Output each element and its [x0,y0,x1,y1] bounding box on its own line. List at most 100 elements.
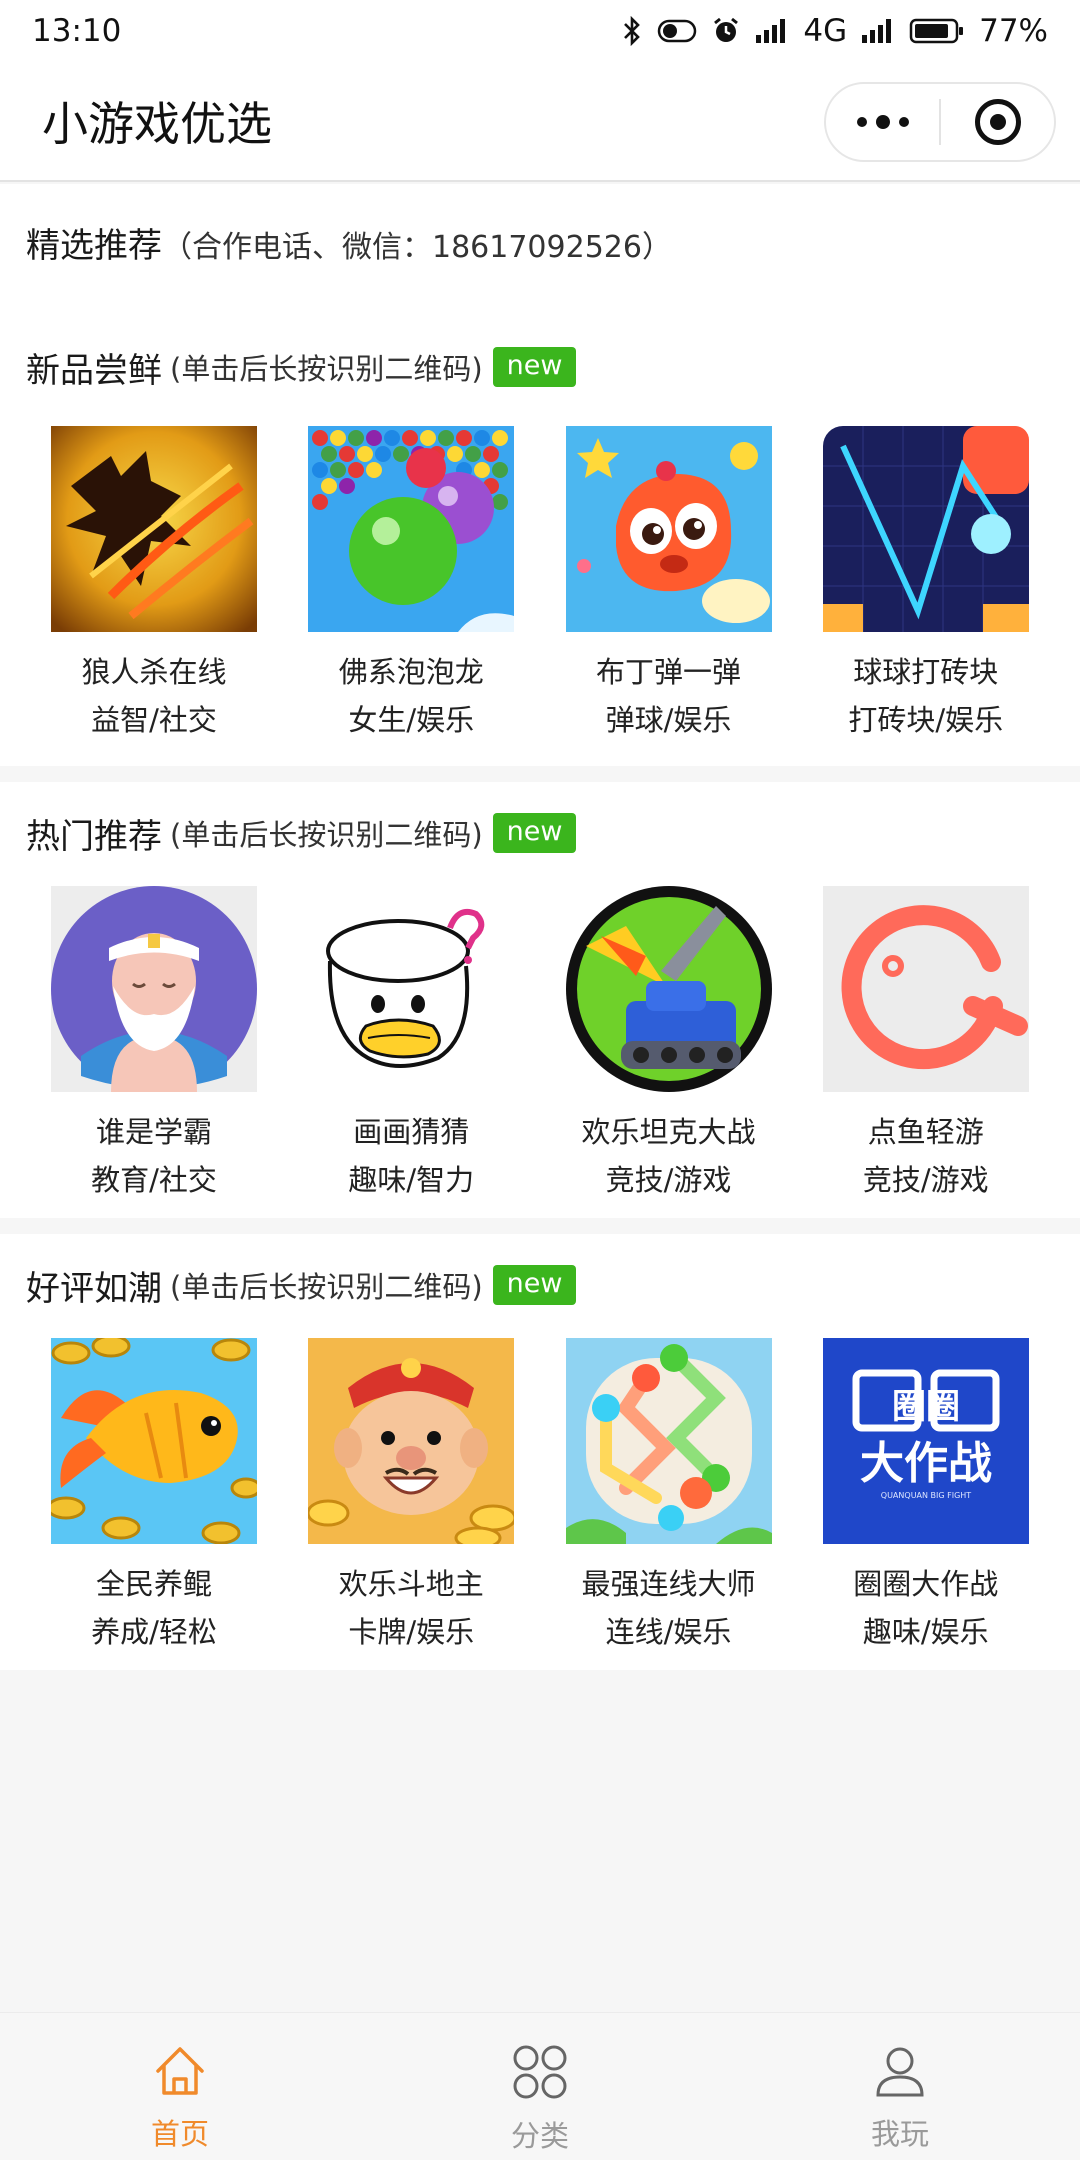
mini-program-capsule [824,82,1056,162]
tab-home[interactable]: 首页 [0,2013,360,2160]
game-card[interactable]: 狼人杀在线 益智/社交 [51,426,308,744]
game-card[interactable]: 球球打砖块 打砖块/娱乐 [822,426,1080,744]
tab-label: 首页 [150,2117,209,2151]
game-name: 画画猜猜 [353,1115,470,1149]
game-category: 竞技/游戏 [862,1163,989,1197]
new-badge: new [492,813,577,853]
section-note: (单击后长按识别二维码) [170,1270,483,1304]
featured-header: 精选推荐（合作电话、微信：18617092526） [0,184,1080,296]
user-icon [872,2043,928,2103]
game-name: 全民养鲲 [95,1567,212,1601]
game-category: 教育/社交 [91,1163,217,1197]
logo-small-text: QUANQUAN BIG FIGHT [881,1491,972,1500]
status-time: 13:10 [32,13,122,49]
bubble-shooter-icon [308,426,515,632]
game-name: 狼人杀在线 [81,655,227,689]
game-category: 女生/娱乐 [348,703,475,737]
section-title: 热门推荐 [26,816,162,857]
home-icon [152,2043,208,2103]
circle-battle-icon: 圈圈 大作战 QUANQUAN BIG FIGHT [822,1338,1029,1544]
network-type: 4G [803,13,848,49]
section-title: 新品尝鲜 [26,350,162,391]
section-header: 新品尝鲜 (单击后长按识别二维码) new [0,296,1080,391]
game-grid: 狼人杀在线 益智/社交 佛系泡泡龙 女生/娱乐 布丁弹一弹 弹球/娱乐 球球打砖… [0,426,1080,744]
tank-icon [565,886,772,1092]
game-category: 养成/轻松 [91,1615,217,1649]
new-badge: new [492,347,577,387]
duck-drawing-icon [308,886,515,1092]
more-button[interactable] [826,84,939,160]
close-program-button[interactable] [941,84,1054,160]
section-title: 好评如潮 [26,1268,162,1309]
featured-title-text: 精选推荐 [26,226,162,266]
section-header: 热门推荐 (单击后长按识别二维码) new [0,782,1080,872]
gold-fish-icon [51,1338,257,1544]
game-name: 欢乐斗地主 [338,1567,484,1601]
tab-label: 我玩 [870,2117,929,2151]
category-icon [511,2043,569,2105]
game-name: 球球打砖块 [853,655,999,689]
alarm-icon [711,16,741,46]
game-category: 竞技/游戏 [605,1163,732,1197]
section-header: 好评如潮 (单击后长按识别二维码) new [0,1234,1080,1324]
brick-ball-icon [822,426,1029,632]
game-category: 连线/娱乐 [605,1615,732,1649]
game-name: 布丁弹一弹 [595,655,741,689]
battery-icon [909,17,965,45]
game-card[interactable]: 布丁弹一弹 弹球/娱乐 [565,426,823,744]
game-card[interactable]: 欢乐坦克大战 竞技/游戏 [565,886,823,1204]
status-icons: 4G 77% [621,13,1048,49]
game-name: 欢乐坦克大战 [581,1115,756,1149]
signal-icon [755,18,789,44]
game-card[interactable]: 全民养鲲 养成/轻松 [51,1338,308,1656]
game-grid: 全民养鲲 养成/轻松 欢乐斗地主 卡牌/娱乐 最强连线大师 连线/娱乐 圈圈 大… [0,1338,1080,1656]
pudding-icon [565,426,772,632]
game-card[interactable]: 谁是学霸 教育/社交 [51,886,308,1204]
game-name: 佛系泡泡龙 [338,655,484,689]
more-dots-icon [856,115,909,129]
landlord-icon [308,1338,515,1544]
section-note: (单击后长按识别二维码) [170,818,483,852]
tab-my-games[interactable]: 我玩 [720,2013,1080,2160]
bottom-tab-bar: 首页 分类 我玩 [0,2012,1080,2160]
battery-percent: 77% [979,13,1048,49]
game-category: 卡牌/娱乐 [348,1615,475,1649]
section-top-rated: 好评如潮 (单击后长按识别二维码) new 全民养鲲 养成/轻松 欢乐斗地主 卡… [0,1234,1080,1670]
game-category: 趣味/娱乐 [862,1615,989,1649]
game-category: 弹球/娱乐 [605,703,732,737]
werewolf-icon [51,426,257,632]
signal-icon-2 [861,18,895,44]
game-category: 益智/社交 [91,703,217,737]
game-category: 打砖块/娱乐 [848,703,1004,737]
section-note: (单击后长按识别二维码) [170,352,483,386]
game-card[interactable]: 点鱼轻游 竞技/游戏 [822,886,1080,1204]
scholar-icon [51,886,257,1092]
fish-circle-icon [822,886,1029,1092]
connect-lines-icon [565,1338,772,1544]
status-bar: 13:10 4G 77% [0,0,1080,62]
section-new-games: 新品尝鲜 (单击后长按识别二维码) new 狼人杀在线 益智/社交 佛系泡泡龙 … [0,296,1080,766]
tab-category[interactable]: 分类 [360,2013,720,2160]
toggle-icon [657,18,697,44]
target-icon [974,99,1021,145]
logo-top-text: 圈圈 [892,1387,960,1427]
game-card[interactable]: 佛系泡泡龙 女生/娱乐 [308,426,565,744]
game-card[interactable]: 欢乐斗地主 卡牌/娱乐 [308,1338,565,1656]
game-card[interactable]: 画画猜猜 趣味/智力 [308,886,565,1204]
section-hot-games: 热门推荐 (单击后长按识别二维码) new 谁是学霸 教育/社交 画画猜猜 趣味… [0,782,1080,1218]
game-name: 点鱼轻游 [867,1115,984,1149]
game-name: 最强连线大师 [581,1567,756,1601]
logo-main-text: 大作战 [860,1438,992,1489]
bluetooth-icon [621,16,643,46]
tab-label: 分类 [510,2119,569,2153]
game-name: 圈圈大作战 [853,1567,999,1601]
game-name: 谁是学霸 [95,1115,212,1149]
game-card[interactable]: 最强连线大师 连线/娱乐 [565,1338,823,1656]
new-badge: new [492,1265,577,1305]
featured-contact: （合作电话、微信：18617092526） [162,230,672,265]
nav-bar: 小游戏优选 [0,62,1080,182]
featured-title: 精选推荐（合作电话、微信：18617092526） [26,226,672,266]
game-card[interactable]: 圈圈 大作战 QUANQUAN BIG FIGHT 圈圈大作战 趣味/娱乐 [822,1338,1080,1656]
game-grid: 谁是学霸 教育/社交 画画猜猜 趣味/智力 欢乐坦克大战 竞技/游戏 点鱼轻游 … [0,886,1080,1204]
game-category: 趣味/智力 [348,1163,475,1197]
